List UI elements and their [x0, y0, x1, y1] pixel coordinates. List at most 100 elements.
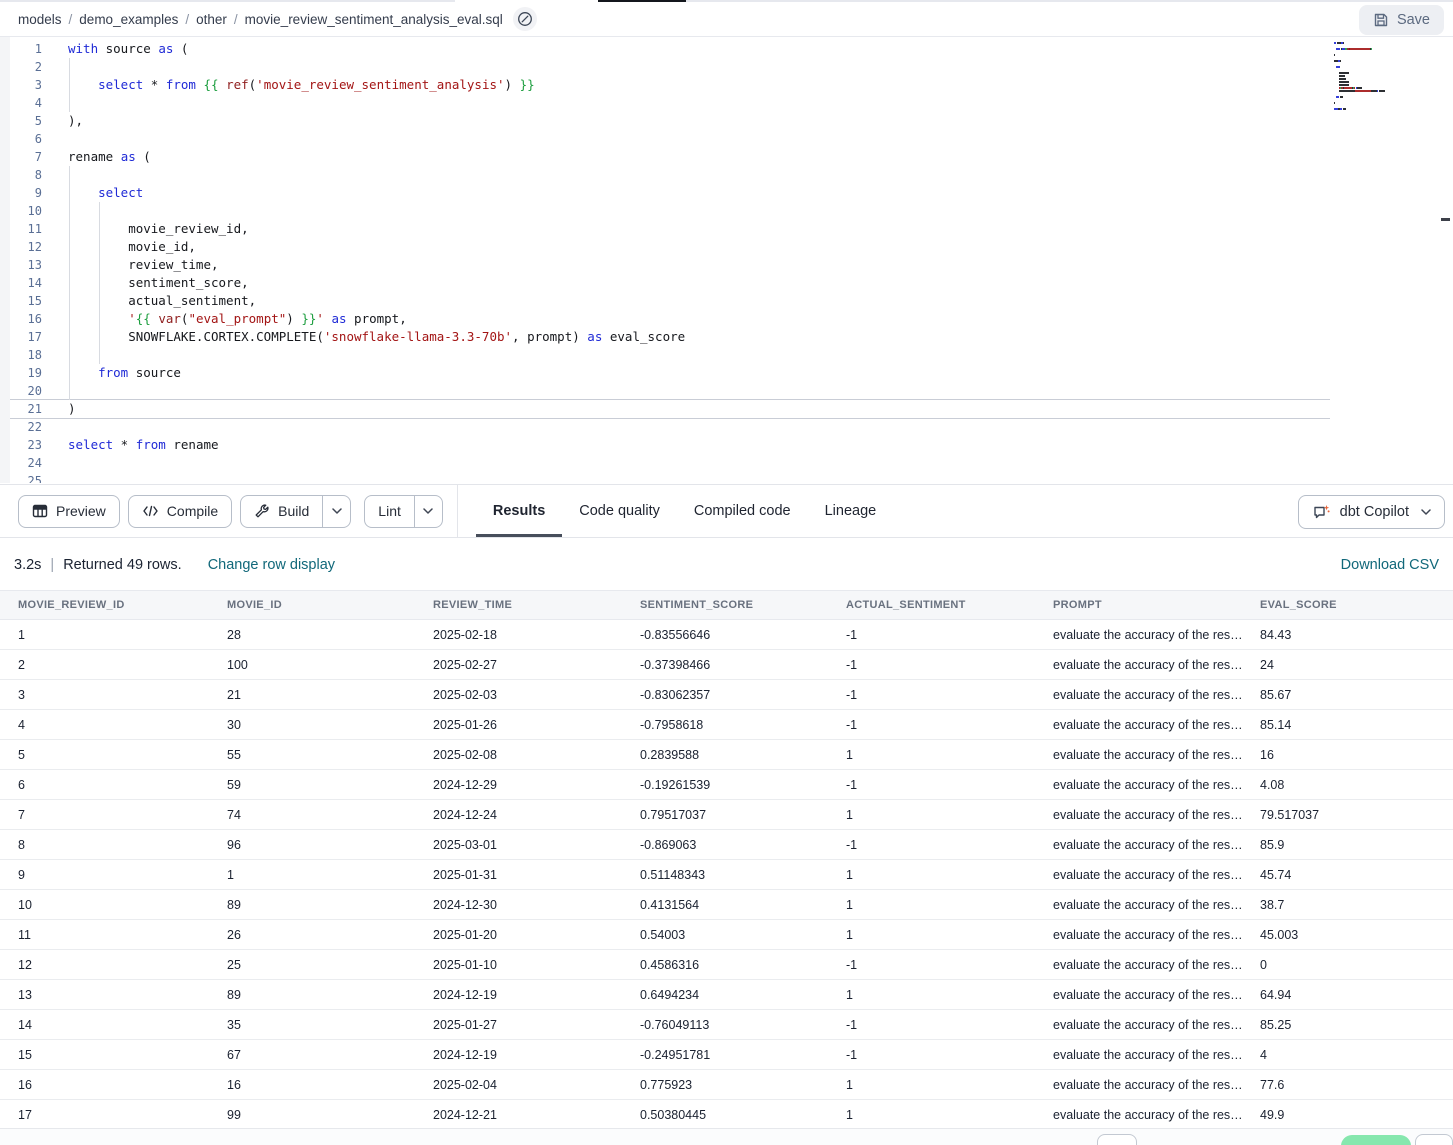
code-line[interactable]: [68, 472, 685, 483]
code-line[interactable]: [68, 130, 685, 148]
lint-button[interactable]: Lint: [364, 495, 415, 528]
column-header: SENTIMENT_SCORE: [622, 599, 828, 611]
change-row-display-link[interactable]: Change row display: [208, 557, 335, 573]
code-lines[interactable]: with source as ( select * from {{ ref('m…: [68, 40, 685, 483]
table-row[interactable]: 21002025-02-27-0.37398466-1evaluate the …: [0, 650, 1453, 680]
code-line[interactable]: [68, 346, 685, 364]
table-row[interactable]: 17992024-12-210.503804451evaluate the ac…: [0, 1100, 1453, 1130]
code-line[interactable]: ),: [68, 112, 685, 130]
dbt-copilot-button[interactable]: dbt Copilot: [1298, 495, 1445, 529]
code-line[interactable]: movie_id,: [68, 238, 685, 256]
table-cell: 2025-02-04: [415, 1078, 622, 1092]
chevron-down-icon: [423, 508, 433, 514]
footer-partial-button-right[interactable]: [1415, 1134, 1453, 1145]
row-count: Returned 49 rows.: [63, 557, 181, 573]
code-line[interactable]: '{{ var("eval_prompt") }}' as prompt,: [68, 310, 685, 328]
build-button[interactable]: Build: [240, 495, 323, 528]
table-row[interactable]: 4302025-01-26-0.7958618-1evaluate the ac…: [0, 710, 1453, 740]
eval-score-cell: 85.14: [1242, 718, 1453, 732]
preview-button[interactable]: Preview: [18, 495, 120, 528]
editor-action-buttons: Preview Compile Build Lint: [0, 495, 443, 528]
compile-button[interactable]: Compile: [128, 495, 232, 528]
table-row[interactable]: 912025-01-310.511483431evaluate the accu…: [0, 860, 1453, 890]
code-line[interactable]: [68, 454, 685, 472]
line-number: 20: [10, 382, 42, 400]
table-row[interactable]: 15672024-12-19-0.24951781-1evaluate the …: [0, 1040, 1453, 1070]
compile-label: Compile: [167, 503, 218, 519]
tab-compiled-code[interactable]: Compiled code: [677, 485, 808, 537]
eval-score-cell: 49.9: [1242, 1108, 1453, 1122]
code-line[interactable]: [68, 418, 685, 436]
code-line[interactable]: [68, 166, 685, 184]
breadcrumb-item[interactable]: models: [18, 12, 62, 27]
table-row[interactable]: 10892024-12-300.41315641evaluate the acc…: [0, 890, 1453, 920]
tab-results[interactable]: Results: [476, 485, 562, 537]
code-line[interactable]: [68, 94, 685, 112]
breadcrumb-item[interactable]: movie_review_sentiment_analysis_eval.sql: [245, 12, 503, 27]
table-cell: 3: [0, 688, 209, 702]
line-number: 13: [10, 256, 42, 274]
table-cell: -0.83062357: [622, 688, 828, 702]
code-line[interactable]: [68, 202, 685, 220]
table-row[interactable]: 11262025-01-200.540031evaluate the accur…: [0, 920, 1453, 950]
table-cell: 1: [828, 1078, 1035, 1092]
column-header: ACTUAL_SENTIMENT: [828, 599, 1035, 611]
table-cell: 99: [209, 1108, 415, 1122]
footer-partial-button-left[interactable]: [1097, 1134, 1137, 1145]
prompt-text: evaluate the accuracy of the res…: [1053, 1078, 1242, 1092]
table-cell: -0.76049113: [622, 1018, 828, 1032]
file-edit-icon[interactable]: [513, 7, 537, 31]
code-line[interactable]: with source as (: [68, 40, 685, 58]
table-row[interactable]: 7742024-12-240.795170371evaluate the acc…: [0, 800, 1453, 830]
prompt-cell: evaluate the accuracy of the res…: [1035, 658, 1242, 672]
tab-code-quality[interactable]: Code quality: [562, 485, 677, 537]
table-row[interactable]: 13892024-12-190.64942341evaluate the acc…: [0, 980, 1453, 1010]
code-line[interactable]: [68, 382, 685, 400]
build-dropdown-caret[interactable]: [322, 495, 351, 528]
code-line[interactable]: review_time,: [68, 256, 685, 274]
table-cell: 0.50380445: [622, 1108, 828, 1122]
table-row[interactable]: 6592024-12-29-0.19261539-1evaluate the a…: [0, 770, 1453, 800]
tab-lineage[interactable]: Lineage: [808, 485, 894, 537]
code-editor[interactable]: 1234567891011121314151617181920212223242…: [0, 37, 1453, 483]
table-row[interactable]: 1282025-02-18-0.83556646-1evaluate the a…: [0, 620, 1453, 650]
code-line[interactable]: select * from rename: [68, 436, 685, 454]
code-line[interactable]: select * from {{ ref('movie_review_senti…: [68, 76, 685, 94]
table-cell: 2024-12-19: [415, 1048, 622, 1062]
table-cell: 0.4131564: [622, 898, 828, 912]
editor-margin-band: [0, 37, 10, 483]
table-row[interactable]: 8962025-03-01-0.869063-1evaluate the acc…: [0, 830, 1453, 860]
table-row[interactable]: 16162025-02-040.7759231evaluate the accu…: [0, 1070, 1453, 1100]
table-cell: 13: [0, 988, 209, 1002]
table-row[interactable]: 5552025-02-080.28395881evaluate the accu…: [0, 740, 1453, 770]
lint-split-button: Lint: [364, 495, 443, 528]
table-row[interactable]: 14352025-01-27-0.76049113-1evaluate the …: [0, 1010, 1453, 1040]
code-line[interactable]: SNOWFLAKE.CORTEX.COMPLETE('snowflake-lla…: [68, 328, 685, 346]
code-brackets-icon: [142, 504, 159, 518]
minimap[interactable]: [1334, 42, 1430, 117]
code-line[interactable]: rename as (: [68, 148, 685, 166]
line-number: 24: [10, 454, 42, 472]
download-csv-link[interactable]: Download CSV: [1341, 557, 1439, 573]
table-row[interactable]: 12252025-01-100.4586316-1evaluate the ac…: [0, 950, 1453, 980]
code-line[interactable]: [68, 58, 685, 76]
footer-green-pill-button[interactable]: [1341, 1135, 1411, 1145]
save-button[interactable]: Save: [1359, 5, 1444, 35]
code-line[interactable]: from source: [68, 364, 685, 382]
breadcrumb-item[interactable]: other: [196, 12, 227, 27]
table-cell: 2024-12-29: [415, 778, 622, 792]
table-cell: 0.775923: [622, 1078, 828, 1092]
code-line[interactable]: select: [68, 184, 685, 202]
code-line[interactable]: movie_review_id,: [68, 220, 685, 238]
table-row[interactable]: 3212025-02-03-0.83062357-1evaluate the a…: [0, 680, 1453, 710]
prompt-text: evaluate the accuracy of the res…: [1053, 988, 1242, 1002]
breadcrumb-item[interactable]: demo_examples: [79, 12, 178, 27]
lint-dropdown-caret[interactable]: [414, 495, 443, 528]
table-cell: -1: [828, 658, 1035, 672]
code-line[interactable]: sentiment_score,: [68, 274, 685, 292]
table-cell: 2024-12-21: [415, 1108, 622, 1122]
code-line[interactable]: ): [68, 400, 685, 418]
table-cell: 25: [209, 958, 415, 972]
prompt-cell: evaluate the accuracy of the res…: [1035, 1108, 1242, 1122]
code-line[interactable]: actual_sentiment,: [68, 292, 685, 310]
